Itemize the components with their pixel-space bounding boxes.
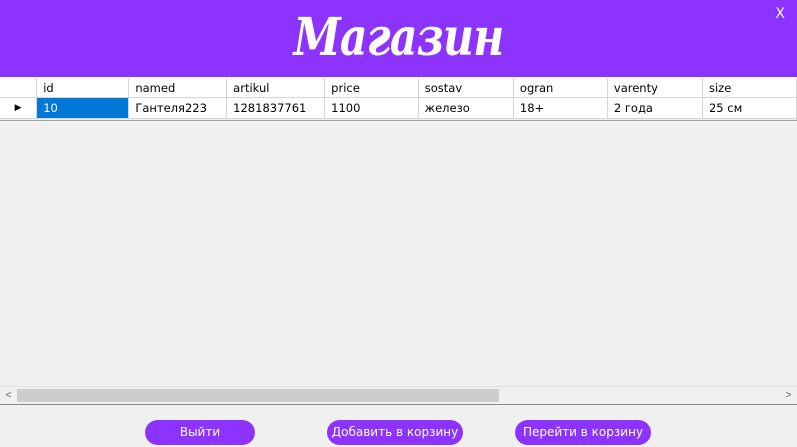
page-title: Магазин (293, 7, 504, 68)
cell-varenty[interactable]: 2 года (607, 97, 703, 119)
column-header-size[interactable]: size (702, 78, 797, 98)
table-header-row: id named artikul price sostav ogran vare… (0, 78, 797, 98)
close-button[interactable]: X (775, 6, 785, 22)
column-header-named[interactable]: named (128, 78, 228, 98)
column-header-price[interactable]: price (324, 78, 419, 98)
current-row-indicator-icon[interactable]: ▶ (0, 97, 38, 119)
scroll-left-arrow-icon[interactable]: < (0, 387, 17, 404)
column-header-ogran[interactable]: ogran (513, 78, 608, 98)
horizontal-scrollbar[interactable]: < > (0, 386, 797, 404)
column-header-id[interactable]: id (36, 78, 130, 98)
cell-price[interactable]: 1100 (324, 97, 419, 119)
scrollbar-thumb[interactable] (17, 389, 499, 402)
cell-sostav[interactable]: железо (418, 97, 514, 119)
column-header-artikul[interactable]: artikul (226, 78, 326, 98)
column-header-varenty[interactable]: varenty (607, 78, 703, 98)
cell-size[interactable]: 25 см (702, 97, 797, 119)
cell-id[interactable]: 10 (36, 97, 130, 119)
header-bar: Магазин X (0, 0, 797, 77)
shop-window: Магазин X id named artikul price sostav … (0, 0, 797, 447)
scroll-right-arrow-icon[interactable]: > (780, 387, 797, 404)
column-header-sostav[interactable]: sostav (418, 78, 514, 98)
go-to-cart-button[interactable]: Перейти в корзину (515, 420, 651, 445)
row-header-corner[interactable] (0, 78, 38, 98)
cell-artikul[interactable]: 1281837761 (226, 97, 326, 119)
products-table-wrapper: id named artikul price sostav ogran vare… (0, 77, 797, 121)
add-to-cart-button[interactable]: Добавить в корзину (327, 420, 463, 445)
grid-bottom-border (0, 404, 797, 405)
products-table: id named artikul price sostav ogran vare… (0, 78, 797, 119)
table-row[interactable]: ▶ 10 Гантеля223 1281837761 1100 железо 1… (0, 97, 797, 119)
exit-button[interactable]: Выйти (145, 420, 255, 445)
cell-named[interactable]: Гантеля223 (128, 97, 228, 119)
cell-ogran[interactable]: 18+ (513, 97, 608, 119)
products-grid[interactable]: id named artikul price sostav ogran vare… (0, 77, 797, 406)
